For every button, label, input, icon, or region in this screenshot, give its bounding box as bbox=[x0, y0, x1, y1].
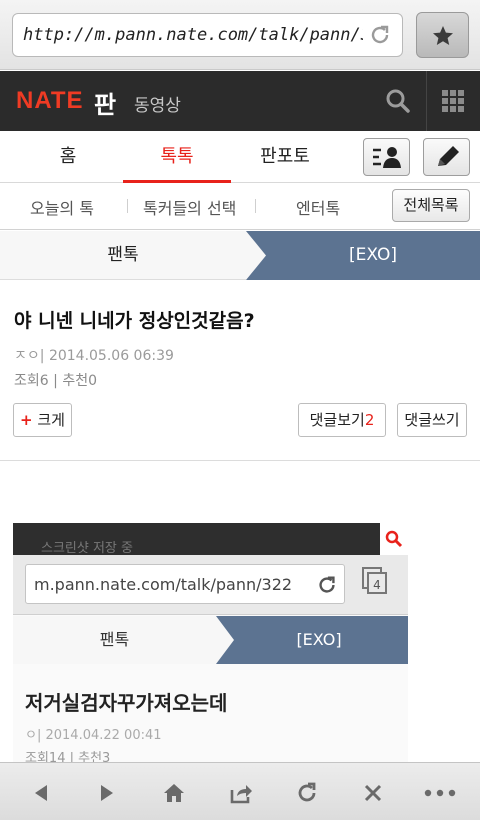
more-icon[interactable] bbox=[422, 780, 458, 806]
enlarge-button[interactable]: + 크게 bbox=[13, 403, 72, 437]
subnav-separator bbox=[127, 199, 128, 213]
back-icon[interactable] bbox=[28, 780, 54, 806]
url-input[interactable]: http://m.pann.nate.com/talk/pann/3 bbox=[12, 13, 403, 57]
browser-url-bar: http://m.pann.nate.com/talk/pann/3 bbox=[0, 0, 480, 70]
main-tabs: 홈 톡톡 판포토 bbox=[0, 131, 480, 183]
comment-count: 2 bbox=[364, 411, 375, 429]
subnav-talkers-choice[interactable]: 톡커들의 선택 bbox=[143, 195, 236, 219]
tab-toktok[interactable]: 톡톡 bbox=[123, 131, 231, 183]
all-list-button[interactable]: 전체목록 bbox=[392, 189, 470, 222]
embedded-post-title: 저거실검자꾸가져오는데 bbox=[25, 691, 228, 715]
tabs-count-icon: 4 bbox=[361, 566, 389, 600]
bookmark-button[interactable] bbox=[416, 12, 469, 58]
sub-nav: 오늘의 톡 톡커들의 선택 엔터톡 전체목록 bbox=[0, 183, 480, 230]
breadcrumb: 팬톡 [EXO] bbox=[0, 231, 480, 280]
write-comment-button[interactable]: 댓글쓰기 bbox=[397, 403, 467, 437]
breadcrumb-fantalk[interactable]: 팬톡 bbox=[0, 231, 246, 280]
post-embedded-screenshot: 스크린샷 저장 중 m.pann.nate.com/talk/pann/322 … bbox=[13, 523, 408, 773]
pencil-icon bbox=[438, 146, 459, 166]
embedded-crumb-right-label: [EXO] bbox=[296, 630, 342, 649]
embedded-url-text: m.pann.nate.com/talk/pann/322 bbox=[34, 575, 293, 594]
embedded-crumb-left: 팬톡 bbox=[99, 630, 130, 649]
subnav-separator bbox=[255, 199, 256, 213]
stats-separator: | bbox=[53, 373, 63, 389]
site-header: NATE 판 동영상 bbox=[0, 71, 480, 131]
share-icon[interactable] bbox=[228, 780, 254, 806]
search-icon[interactable] bbox=[385, 88, 411, 114]
close-icon[interactable] bbox=[360, 780, 386, 806]
meta-separator: | bbox=[39, 348, 49, 364]
views-count: 6 bbox=[39, 373, 49, 389]
plus-icon: + bbox=[20, 411, 33, 429]
reload-icon bbox=[319, 576, 335, 593]
embedded-crumb-right: [EXO] bbox=[216, 616, 408, 664]
header-divider bbox=[426, 71, 427, 131]
refresh-icon[interactable] bbox=[294, 780, 320, 806]
post-date: 2014.05.06 06:39 bbox=[48, 348, 174, 364]
subnav-today-talk[interactable]: 오늘의 톡 bbox=[30, 195, 94, 219]
subnav-entertalk[interactable]: 엔터톡 bbox=[296, 195, 340, 219]
recommend-label: 추천 bbox=[62, 373, 89, 389]
video-link[interactable]: 동영상 bbox=[134, 91, 181, 116]
view-comments-button[interactable]: 댓글보기2 bbox=[298, 403, 386, 437]
enlarge-label: 크게 bbox=[37, 411, 65, 429]
user-list-icon bbox=[373, 147, 401, 168]
embedded-date: 2014.04.22 00:41 bbox=[45, 728, 162, 743]
embedded-status-bar: 스크린샷 저장 중 bbox=[13, 523, 408, 556]
embedded-url-field: m.pann.nate.com/talk/pann/322 bbox=[25, 564, 345, 604]
browser-toolbar bbox=[0, 762, 480, 820]
url-text[interactable]: http://m.pann.nate.com/talk/pann/3 bbox=[23, 25, 363, 45]
forward-icon[interactable] bbox=[94, 780, 120, 806]
post-divider bbox=[0, 460, 480, 461]
embedded-breadcrumb: 팬톡 [EXO] bbox=[13, 616, 408, 664]
star-icon bbox=[433, 26, 453, 45]
breadcrumb-exo[interactable]: [EXO] bbox=[246, 231, 480, 280]
embedded-status-text: 스크린샷 저장 중 bbox=[41, 541, 133, 556]
breadcrumb-exo-label: [EXO] bbox=[349, 245, 397, 265]
reload-icon[interactable] bbox=[368, 23, 392, 47]
view-comments-label: 댓글보기 bbox=[309, 411, 365, 429]
embedded-post-meta: ㅇ| 2014.04.22 00:41 bbox=[25, 724, 162, 743]
post-meta: ㅈㅇ| 2014.05.06 06:39 bbox=[14, 345, 174, 365]
apps-grid-icon[interactable] bbox=[442, 90, 464, 112]
write-button[interactable] bbox=[423, 138, 470, 176]
embedded-url-bar: m.pann.nate.com/talk/pann/322 4 bbox=[13, 555, 408, 615]
post-author: ㅈㅇ bbox=[14, 348, 40, 364]
home-icon[interactable] bbox=[161, 780, 187, 806]
views-label: 조회 bbox=[14, 373, 40, 389]
tab-home[interactable]: 홈 bbox=[14, 131, 122, 183]
recommend-count: 0 bbox=[88, 373, 97, 389]
pann-logo[interactable]: 판 bbox=[94, 85, 116, 120]
post-stats: 조회6 | 추천0 bbox=[14, 370, 97, 390]
tab-count-text: 4 bbox=[373, 578, 381, 592]
my-profile-button[interactable] bbox=[363, 138, 410, 176]
post-title: 야 니넨 니네가 정상인것같음? bbox=[14, 310, 255, 332]
search-icon bbox=[385, 530, 403, 548]
tab-pann-photo[interactable]: 판포토 bbox=[231, 131, 339, 183]
nate-logo[interactable]: NATE bbox=[16, 87, 84, 115]
embedded-search-box bbox=[380, 523, 408, 555]
embedded-author: ㅇ bbox=[25, 728, 37, 743]
